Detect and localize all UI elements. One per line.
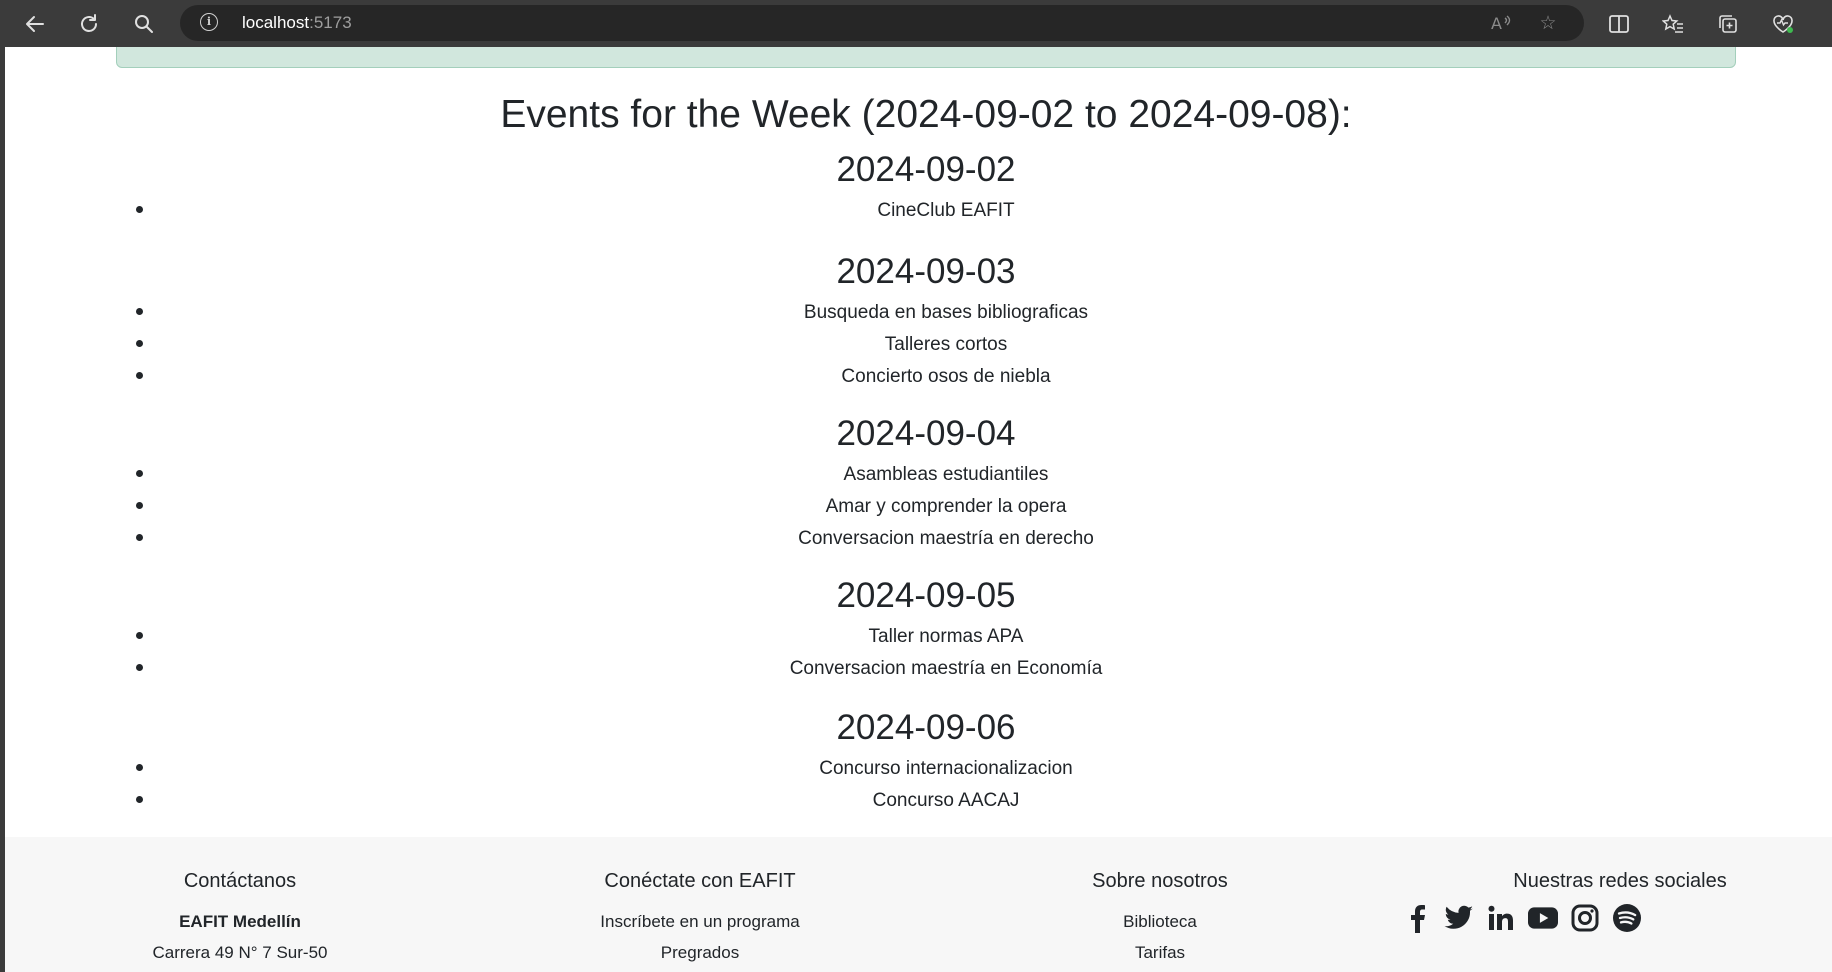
day-title: 2024-09-03: [836, 252, 1016, 291]
browser-essentials-icon[interactable]: [1767, 8, 1799, 40]
event-item: Conversacion maestría en derecho: [156, 522, 1736, 554]
event-item: Busqueda en bases bibliograficas: [156, 296, 1736, 328]
event-item: Concurso internacionalizacion: [156, 752, 1736, 784]
twitter-icon[interactable]: [1444, 903, 1474, 933]
day-title: 2024-09-06: [836, 708, 1016, 747]
site-info-icon[interactable]: i: [200, 13, 218, 31]
day-title: 2024-09-04: [836, 414, 1016, 453]
event-item: Concierto osos de niebla: [156, 360, 1736, 392]
browser-toolbar: i localhost:5173 A ☆: [0, 0, 1832, 47]
footer-link-enroll[interactable]: Inscríbete en un programa: [520, 911, 880, 933]
instagram-icon[interactable]: [1570, 903, 1600, 933]
campus-address: Carrera 49 N° 7 Sur-50: [152, 943, 328, 962]
spotify-icon[interactable]: [1612, 903, 1642, 933]
refresh-icon[interactable]: [73, 8, 105, 40]
event-item: Asambleas estudiantiles: [156, 458, 1736, 490]
facebook-icon[interactable]: [1402, 903, 1432, 933]
day-section: 2024-09-06 Concurso internacionalizacion…: [116, 707, 1736, 816]
favorites-icon[interactable]: [1657, 8, 1689, 40]
event-item: Concurso AACAJ: [156, 784, 1736, 816]
footer-heading: Contáctanos: [183, 870, 297, 892]
day-title: 2024-09-02: [836, 150, 1016, 189]
event-item: Conversacion maestría en Economía: [156, 652, 1736, 684]
event-item: Talleres cortos: [156, 328, 1736, 360]
day-section: 2024-09-03 Busqueda en bases bibliografi…: [116, 251, 1736, 392]
week-title: Events for the Week (2024-09-02 to 2024-…: [500, 93, 1352, 136]
success-alert: [116, 47, 1736, 68]
page-viewport: Events for the Week (2024-09-02 to 2024-…: [5, 47, 1832, 972]
day-title: 2024-09-05: [836, 576, 1016, 615]
footer-heading: Nuestras redes sociales: [1513, 870, 1727, 892]
event-item: CineClub EAFIT: [156, 194, 1736, 226]
site-footer: Contáctanos EAFIT Medellín Carrera 49 N°…: [5, 837, 1832, 972]
footer-about: Sobre nosotros Biblioteca Tarifas: [980, 867, 1340, 964]
event-item: Amar y comprender la opera: [156, 490, 1736, 522]
day-section: 2024-09-04 Asambleas estudiantiles Amar …: [116, 413, 1736, 554]
day-section: 2024-09-05 Taller normas APA Conversacio…: [116, 575, 1736, 684]
linkedin-icon[interactable]: [1486, 903, 1516, 933]
campus-name: EAFIT Medellín: [179, 912, 301, 931]
footer-link-library[interactable]: Biblioteca: [980, 911, 1340, 933]
footer-connect: Conéctate con EAFIT Inscríbete en un pro…: [520, 867, 880, 964]
footer-link-fees[interactable]: Tarifas: [980, 942, 1340, 964]
svg-text:A: A: [1491, 14, 1502, 33]
event-item: Taller normas APA: [156, 620, 1736, 652]
read-aloud-icon[interactable]: A: [1488, 11, 1516, 35]
back-icon[interactable]: [19, 8, 51, 40]
footer-heading: Conéctate con EAFIT: [604, 870, 796, 892]
day-section: 2024-09-02 CineClub EAFIT: [116, 149, 1736, 226]
url-text[interactable]: localhost:5173: [242, 13, 352, 33]
search-icon[interactable]: [128, 8, 160, 40]
footer-link-undergrad[interactable]: Pregrados: [520, 942, 880, 964]
favorite-star-icon[interactable]: ☆: [1534, 11, 1562, 35]
collections-icon[interactable]: [1712, 8, 1744, 40]
social-icons: [1402, 903, 1642, 933]
footer-social: Nuestras redes sociales: [1440, 867, 1800, 895]
footer-contact: Contáctanos EAFIT Medellín Carrera 49 N°…: [60, 867, 420, 964]
footer-heading: Sobre nosotros: [1092, 870, 1228, 892]
split-screen-icon[interactable]: [1603, 8, 1635, 40]
youtube-icon[interactable]: [1528, 903, 1558, 933]
address-bar[interactable]: i localhost:5173 A ☆: [180, 5, 1584, 41]
